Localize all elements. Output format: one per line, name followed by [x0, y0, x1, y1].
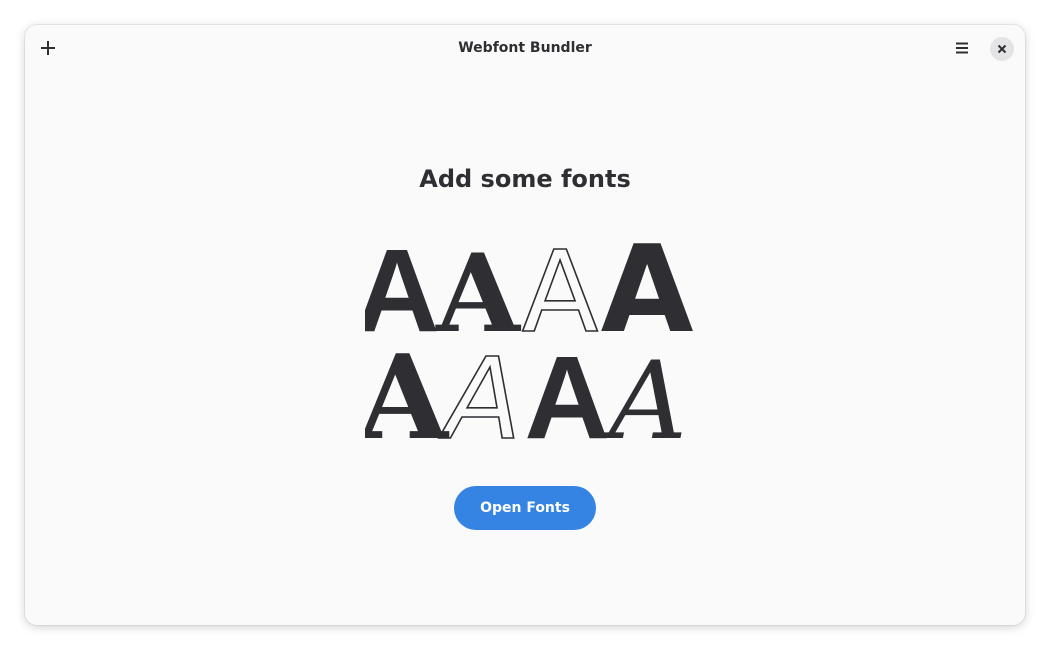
close-button[interactable]: [990, 37, 1014, 61]
add-fonts-button[interactable]: [32, 32, 64, 64]
hamburger-menu-icon: [956, 42, 968, 54]
close-icon: [997, 44, 1007, 54]
fonts-illustration: A A A A A A A A: [365, 240, 694, 466]
main-menu-button[interactable]: [946, 32, 978, 64]
app-window: Webfont Bundler Add some fonts A A A A A: [25, 25, 1025, 625]
plus-icon: [41, 41, 55, 55]
glyph-a-5: A: [365, 330, 450, 466]
open-fonts-button[interactable]: Open Fonts: [454, 486, 596, 530]
glyph-a-8: A: [600, 339, 687, 464]
empty-state-heading: Add some fonts: [419, 165, 631, 193]
header-bar: Webfont Bundler: [25, 25, 1025, 71]
glyph-a-7: A: [524, 332, 609, 464]
glyph-a-6: A: [439, 335, 522, 465]
window-title: Webfont Bundler: [458, 40, 592, 56]
